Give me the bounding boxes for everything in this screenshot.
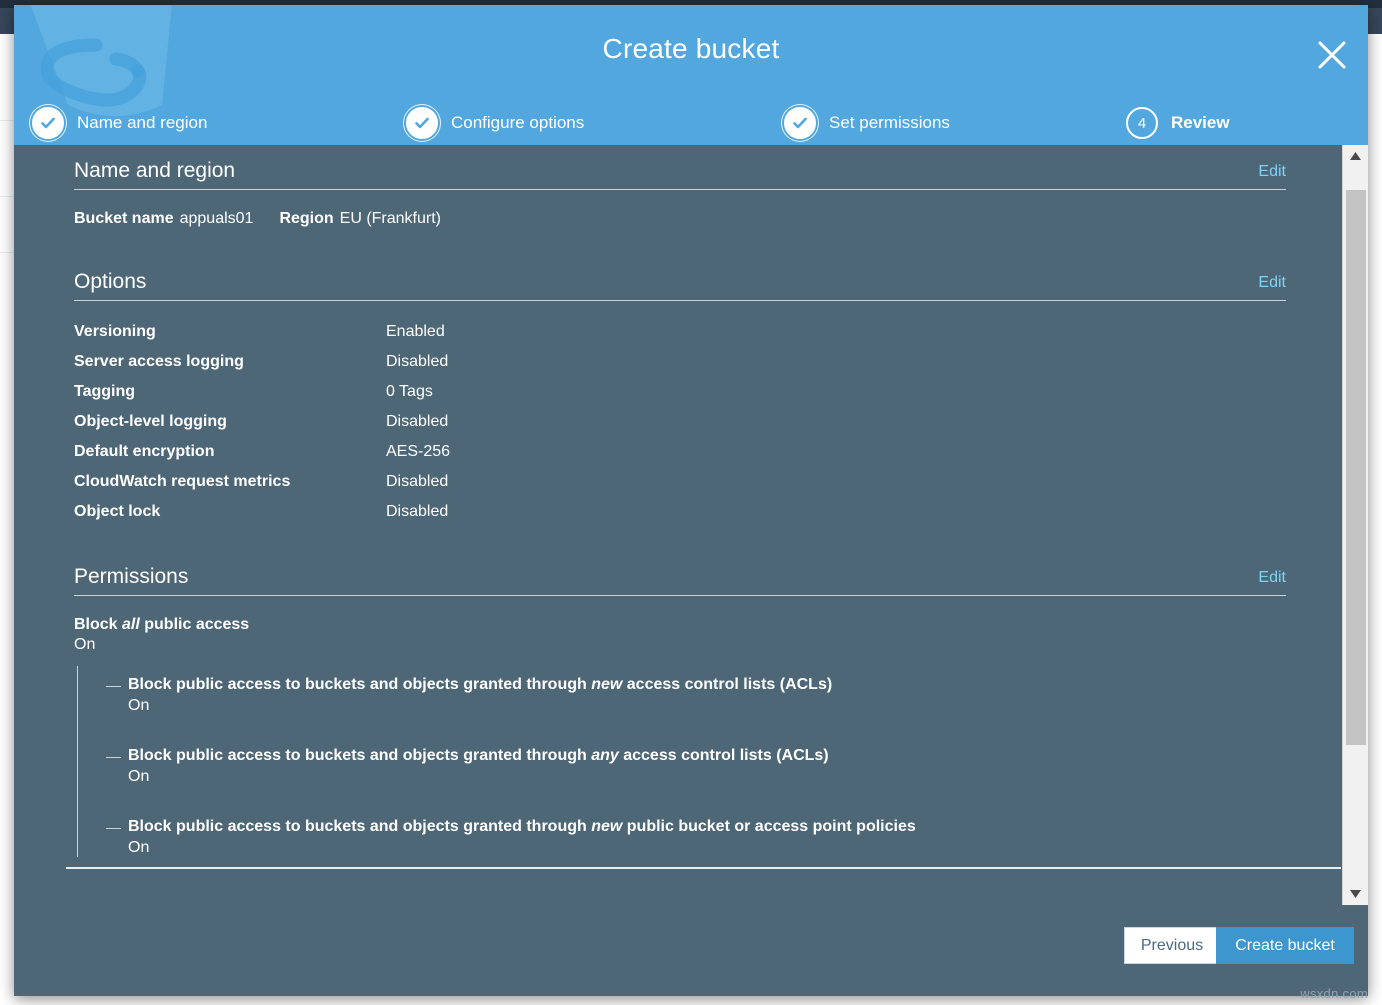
background-divider — [0, 196, 14, 197]
list-item: Block public access to buckets and objec… — [128, 737, 1324, 808]
site-watermark: wsxdn.com — [1300, 986, 1368, 1001]
section-header: Options Edit — [74, 270, 1286, 301]
region-value: EU (Frankfurt) — [334, 210, 441, 227]
option-value: Disabled — [386, 473, 450, 503]
permission-label: Block public access to buckets and objec… — [128, 818, 1324, 836]
edit-name-and-region-link[interactable]: Edit — [1258, 163, 1286, 182]
wizard-step-set-permissions[interactable]: Set permissions — [784, 101, 950, 145]
section-title: Permissions — [74, 565, 188, 588]
label-part: public bucket or access point policies — [622, 818, 915, 835]
table-row: Versioning Enabled — [74, 323, 450, 353]
table-row: CloudWatch request metrics Disabled — [74, 473, 450, 503]
block-public-access-children: Block public access to buckets and objec… — [77, 666, 1324, 857]
section-title: Options — [74, 270, 146, 293]
option-key: Versioning — [74, 323, 386, 353]
option-value: Enabled — [386, 323, 450, 353]
scrollbar-thumb[interactable] — [1346, 190, 1366, 745]
wizard-step-label: Name and region — [77, 113, 207, 133]
option-key: Object lock — [74, 503, 386, 533]
modal-header: Create bucket Name and region — [14, 5, 1368, 145]
label-part: Block public access to buckets and objec… — [128, 818, 591, 835]
option-key: Server access logging — [74, 353, 386, 383]
section-header: Permissions Edit — [74, 565, 1286, 596]
wizard-step-label: Review — [1171, 113, 1230, 133]
option-value: AES-256 — [386, 443, 450, 473]
caret-down-icon[interactable] — [1343, 883, 1368, 905]
permission-label: Block public access to buckets and objec… — [128, 676, 1324, 694]
table-row: Default encryption AES-256 — [74, 443, 450, 473]
section-name-and-region: Name and region Edit Bucket nameappuals0… — [14, 145, 1324, 228]
list-item: Block public access to buckets and objec… — [128, 666, 1324, 737]
modal-footer: Previous Create bucket — [14, 905, 1368, 996]
vertical-scrollbar[interactable] — [1342, 145, 1368, 905]
table-row: Tagging 0 Tags — [74, 383, 450, 413]
list-item: Block public access to buckets and objec… — [128, 808, 1324, 857]
caret-up-icon[interactable] — [1343, 145, 1368, 167]
bucket-name-and-region-row: Bucket nameappuals01 RegionEU (Frankfurt) — [74, 210, 1324, 228]
page-title: Create bucket — [14, 33, 1368, 65]
option-value: 0 Tags — [386, 383, 450, 413]
table-row: Object-level logging Disabled — [74, 413, 450, 443]
section-title: Name and region — [74, 159, 235, 182]
section-permissions: Permissions Edit Block all public access… — [14, 533, 1324, 857]
step-number: 4 — [1138, 116, 1146, 131]
option-value: Disabled — [386, 413, 450, 443]
option-key: CloudWatch request metrics — [74, 473, 386, 503]
wizard-step-review[interactable]: 4 Review — [1126, 101, 1230, 145]
section-header: Name and region Edit — [74, 159, 1286, 190]
permission-label: Block public access to buckets and objec… — [128, 747, 1324, 765]
label-part: access control lists (ACLs) — [619, 747, 829, 764]
label-emphasis: any — [591, 747, 619, 764]
background-divider — [0, 252, 14, 253]
background-divider — [0, 120, 14, 121]
bucket-name-label: Bucket name — [74, 210, 174, 227]
modal-body: Name and region Edit Bucket nameappuals0… — [14, 145, 1368, 905]
region-label: Region — [279, 210, 333, 227]
wizard-step-label: Configure options — [451, 113, 584, 133]
wizard-step-label: Set permissions — [829, 113, 950, 133]
label-part: access control lists (ACLs) — [622, 676, 832, 693]
permission-value: On — [128, 768, 1324, 786]
edit-options-link[interactable]: Edit — [1258, 274, 1286, 293]
section-options: Options Edit Versioning Enabled Server a… — [14, 228, 1324, 533]
check-circle-icon — [784, 107, 816, 139]
block-all-public-access-value: On — [74, 636, 1324, 654]
label-part: Block public access to buckets and objec… — [128, 676, 591, 693]
create-bucket-modal: Create bucket Name and region — [14, 5, 1368, 996]
block-all-public-access-label: Block all public access — [74, 616, 1324, 634]
content-bottom-divider — [66, 867, 1341, 869]
wizard-step-name-and-region[interactable]: Name and region — [32, 101, 207, 145]
option-value: Disabled — [386, 503, 450, 533]
previous-button[interactable]: Previous — [1124, 927, 1220, 964]
permission-value: On — [128, 839, 1324, 857]
permission-value: On — [128, 697, 1324, 715]
create-bucket-button[interactable]: Create bucket — [1216, 927, 1354, 964]
label-part: public access — [140, 616, 249, 633]
option-value: Disabled — [386, 353, 450, 383]
option-key: Default encryption — [74, 443, 386, 473]
label-part: Block public access to buckets and objec… — [128, 747, 591, 764]
close-icon[interactable] — [1308, 31, 1356, 79]
option-key: Object-level logging — [74, 413, 386, 443]
options-table: Versioning Enabled Server access logging… — [74, 323, 450, 533]
step-number-circle: 4 — [1126, 107, 1158, 139]
label-emphasis: new — [591, 676, 622, 693]
check-circle-icon — [406, 107, 438, 139]
wizard-step-configure-options[interactable]: Configure options — [406, 101, 584, 145]
label-emphasis: all — [122, 616, 140, 633]
review-content: Name and region Edit Bucket nameappuals0… — [14, 145, 1324, 875]
label-emphasis: new — [591, 818, 622, 835]
check-circle-icon — [32, 107, 64, 139]
option-key: Tagging — [74, 383, 386, 413]
wizard-step-bar: Name and region Configure options Set pe… — [14, 101, 1368, 145]
block-all-public-access-group: Block all public access On Block public … — [74, 616, 1324, 857]
table-row: Server access logging Disabled — [74, 353, 450, 383]
edit-permissions-link[interactable]: Edit — [1258, 569, 1286, 588]
bucket-name-value: appuals01 — [174, 210, 254, 227]
label-part: Block — [74, 616, 122, 633]
table-row: Object lock Disabled — [74, 503, 450, 533]
